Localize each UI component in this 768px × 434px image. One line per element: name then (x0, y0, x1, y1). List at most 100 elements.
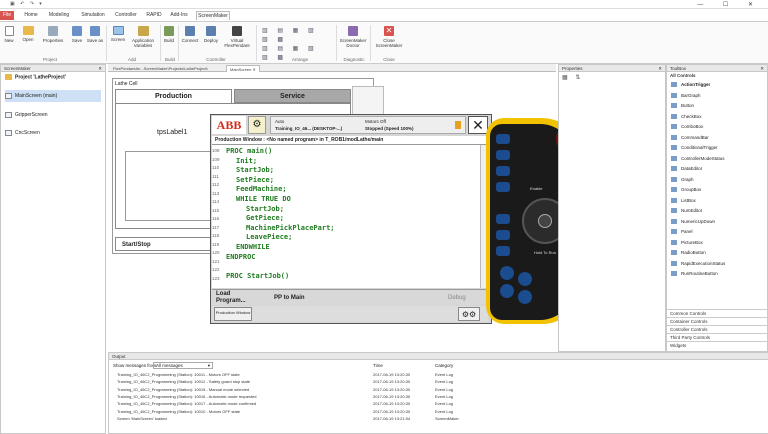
toolbox-item[interactable]: ListBox (671, 196, 761, 205)
window-controls[interactable]: — ☐ ✕ (697, 1, 762, 8)
tab-mainscreen[interactable]: MainScreen ✕ (226, 65, 260, 72)
project-node[interactable]: Project 'LatheProject' (5, 74, 66, 80)
code-line: SetPiece; (236, 175, 274, 184)
properties-button[interactable]: Properties (40, 26, 66, 43)
quick-access-toolbar[interactable]: ▣ ↶ ↷ ▾ (10, 1, 44, 7)
production-window-task[interactable]: Production Window (214, 307, 252, 321)
output-row[interactable]: Screen 'MainScreen' loaded 2017-06-19 13:… (117, 416, 757, 422)
toolbox-item[interactable]: ControllerModeStatus (671, 154, 761, 163)
toolbox-category[interactable]: Widgets (667, 341, 767, 348)
tab-production[interactable]: Production (115, 89, 232, 103)
toolbox-item[interactable]: RadioButton (671, 248, 761, 257)
code-view[interactable]: 108 109 110 111 112 113 114 115 116 117 118 119 120 1… (212, 145, 488, 288)
toolbox-category[interactable]: Container Controls (667, 317, 767, 324)
toolbox-category[interactable]: Common Controls (667, 309, 767, 316)
deploy-button[interactable]: Deploy (202, 26, 220, 43)
column-category[interactable]: Category (435, 363, 453, 368)
tab-project-path[interactable]: FlexPendantAn...ScreenMaker\Projects\Lat… (110, 65, 211, 72)
quickset-icon[interactable]: ⚙⚙ (458, 307, 480, 321)
tab-screenmaker[interactable]: ScreenMaker (196, 11, 230, 20)
step-forward-button[interactable] (500, 284, 514, 298)
toolbox-item[interactable]: ActionTrigger (671, 80, 761, 89)
pendant-key-7[interactable] (496, 246, 510, 256)
toolbox-item[interactable]: CheckBox (671, 112, 761, 121)
connect-button[interactable]: Connect (180, 26, 200, 43)
toolbox-item[interactable]: Graph (671, 175, 761, 184)
new-button[interactable]: New (2, 26, 16, 43)
screenmaker-doctor-button[interactable]: ScreenMaker Doctor (338, 26, 368, 48)
toolbox-item[interactable]: ComboBox (671, 122, 761, 131)
output-row[interactable]: Training_IO_46C2_Programming (Station): … (117, 387, 757, 393)
toolbox-category[interactable]: Controller Controls (667, 325, 767, 332)
start-stop-button[interactable]: Start/Stop (115, 237, 215, 251)
close-icon[interactable]: ✕ (760, 65, 764, 72)
app-variables-button[interactable]: Application Variables (128, 26, 158, 48)
tab-service[interactable]: Service (234, 89, 351, 103)
output-row[interactable]: Training_IO_46C2_Programming (Station): … (117, 372, 757, 378)
tab-rapid[interactable]: RAPID (144, 11, 164, 20)
close-screenmaker-button[interactable]: ✕ Close ScreenMaker (374, 26, 404, 48)
tree-item-cncscreen[interactable]: CncScreen (5, 127, 101, 139)
close-icon[interactable]: ✕ (658, 65, 662, 72)
toolbox-item[interactable]: NumericUpDown (671, 217, 761, 226)
tree-item-mainscreen[interactable]: MainScreen (main) (5, 90, 101, 102)
filter-label: Show messages from: (113, 363, 158, 368)
toolbox-item[interactable]: ConditionalTrigger (671, 143, 761, 152)
tab-controller[interactable]: Controller (112, 11, 140, 20)
pendant-key-1[interactable] (496, 134, 510, 144)
output-cat: ScreenMaker (435, 415, 459, 421)
output-row[interactable]: Training_IO_46C2_Programming (Station): … (117, 409, 757, 415)
output-row[interactable]: Training_IO_46C2_Programming (Station): … (117, 394, 757, 400)
toolbox-item[interactable]: PictureBox (671, 238, 761, 247)
toolbox-item[interactable]: RunRoutineButton (671, 269, 761, 278)
step-back-button[interactable] (518, 272, 532, 286)
build-button[interactable]: Build (162, 26, 176, 43)
category-all-controls[interactable]: All Controls (667, 72, 767, 79)
run-button[interactable] (500, 266, 514, 280)
save-button[interactable]: Save (70, 26, 84, 43)
tab-home[interactable]: Home (20, 11, 42, 20)
toolbox-item[interactable]: Button (671, 101, 761, 110)
debug-button[interactable]: Debug (448, 291, 478, 305)
add-screen-button[interactable]: Screen (110, 26, 126, 42)
toolbox-item[interactable]: Panel (671, 227, 761, 236)
toolbox-item[interactable]: CommandBar (671, 133, 761, 142)
virtual-flexpendant-button[interactable]: Virtual FlexPendant (222, 26, 252, 48)
toolbox-item[interactable]: RapidExecutionStatus (671, 259, 761, 268)
close-icon[interactable]: ✕ (468, 116, 488, 134)
pendant-key-5[interactable] (496, 214, 510, 224)
pendant-key-2[interactable] (496, 150, 510, 160)
tab-add-ins[interactable]: Add-Ins (168, 11, 190, 20)
column-time[interactable]: Time (373, 363, 383, 368)
pendant-key-4[interactable] (496, 182, 510, 192)
open-button[interactable]: Open (20, 26, 36, 42)
align-icons[interactable]: ▥ ▤ ▦ ▧ ▨ ▩ (262, 27, 332, 45)
tab-file[interactable]: File (0, 11, 14, 20)
pendant-key-6[interactable] (496, 230, 510, 240)
virtual-flexpendant[interactable]: ABB ⚙ Auto Training_IO_46... (DESKTOP-..… (210, 114, 492, 326)
toolbox-item[interactable]: DataEditor (671, 164, 761, 173)
doctor-icon (348, 26, 358, 36)
arrange-tools[interactable]: ▥ ▤ ▦ ▧ ▨ ▩ ▥ ▤ ▦ ▧ ▨ ▩ ▥ ▤ ▦ ▧ ▨ ▩ (262, 27, 332, 79)
load-program-button[interactable]: Load Program... (216, 291, 256, 305)
tree-item-gripperscreen[interactable]: GripperScreen (5, 109, 101, 121)
close-icon[interactable]: ✕ (98, 65, 102, 72)
toolbox-item[interactable]: NumEditor (671, 206, 761, 215)
toolbox-category[interactable]: Third Party Controls (667, 333, 767, 340)
stop-button[interactable] (518, 290, 532, 304)
control-icon (671, 155, 677, 161)
toolbox-item[interactable]: GroupBox (671, 185, 761, 194)
toolbox-item[interactable]: BarGraph (671, 91, 761, 100)
robot-status-icon[interactable]: ⚙ (248, 116, 266, 134)
tab-simulation[interactable]: Simulation (78, 11, 108, 20)
output-row[interactable]: Training_IO_46C2_Programming (Station): … (117, 379, 757, 385)
tab-modeling[interactable]: Modeling (46, 11, 72, 20)
pp-to-main-button[interactable]: PP to Main (274, 291, 334, 305)
properties-toolbar[interactable]: ▦ ⇅ (562, 74, 583, 81)
status-bar: Auto Training_IO_46... (DESKTOP-...) Mot… (270, 116, 466, 134)
save-as-button[interactable]: Save as (86, 26, 104, 43)
output-row[interactable]: Training_IO_46C2_Programming (Station): … (117, 401, 757, 407)
message-filter-select[interactable]: All messages ▾ (153, 362, 213, 369)
pendant-key-3[interactable] (496, 166, 510, 176)
joystick-knob[interactable] (538, 214, 552, 228)
